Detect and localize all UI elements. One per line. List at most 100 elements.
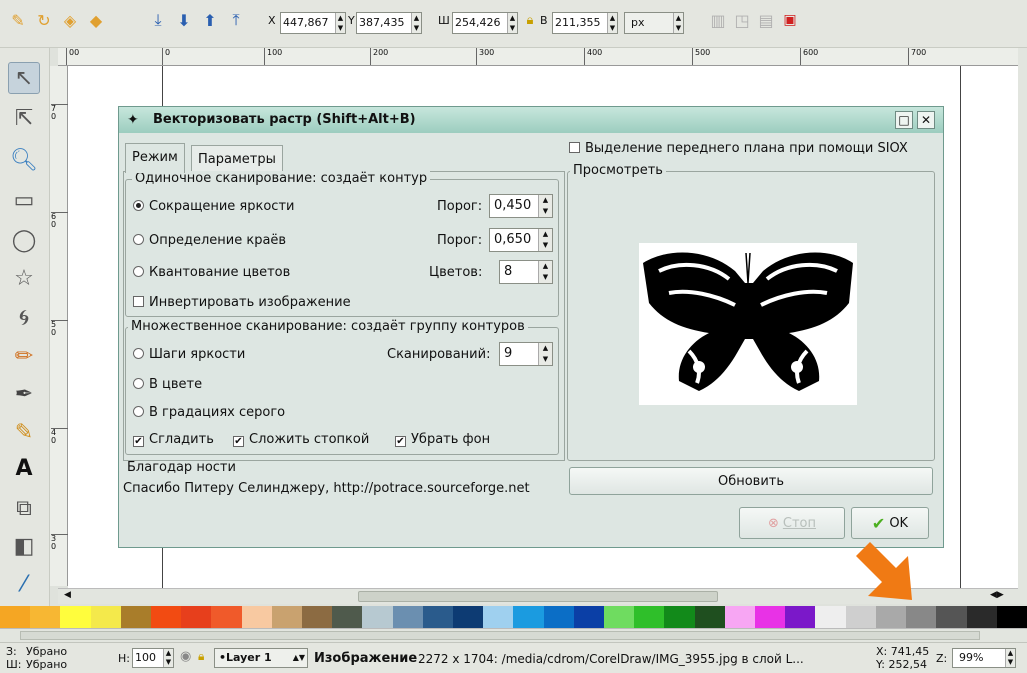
palette-swatch[interactable] — [332, 606, 363, 628]
palette-swatch[interactable] — [151, 606, 182, 628]
checkbox-checked[interactable]: ✔ — [395, 436, 406, 447]
palette-swatch[interactable] — [271, 606, 303, 628]
visibility-eye-icon[interactable]: ◉ — [180, 649, 191, 664]
tab-options[interactable]: Параметры — [191, 145, 283, 171]
object-to-path-icon[interactable]: ✎ — [8, 10, 28, 30]
radio-unselected[interactable] — [133, 348, 144, 359]
x-spin-arrows[interactable]: ▲ ▼ — [335, 13, 345, 33]
lower-icon[interactable]: ⬇ — [174, 10, 194, 30]
palette-swatch[interactable] — [0, 606, 31, 628]
close-icon[interactable]: ✕ — [917, 111, 935, 129]
palette-swatch[interactable] — [543, 606, 574, 628]
palette-swatch[interactable] — [845, 606, 876, 628]
grays-radio[interactable]: В градациях серого — [133, 405, 285, 420]
selector-tool-icon[interactable]: ↖ — [8, 62, 40, 94]
threshold-input-2[interactable]: 0,650 ▲ ▼ — [489, 228, 553, 252]
palette-swatch[interactable] — [453, 606, 484, 628]
palette-swatch[interactable] — [755, 606, 786, 628]
radio-unselected[interactable] — [133, 378, 144, 389]
palette-swatch[interactable] — [604, 606, 635, 628]
palette-scroll-thumb[interactable] — [20, 631, 980, 640]
stop-button[interactable]: ⊗ Стоп — [739, 507, 845, 539]
colors-spin[interactable]: ▲ ▼ — [538, 261, 552, 283]
star-tool-icon[interactable]: ☆ — [8, 262, 40, 294]
edge-detection-radio[interactable]: Определение краёв — [133, 233, 286, 248]
node-tool-icon[interactable]: ⇱ — [8, 102, 40, 134]
radio-unselected[interactable] — [133, 406, 144, 417]
width-input[interactable]: 254,426 ▲ ▼ — [452, 12, 518, 34]
palette-swatch[interactable] — [90, 606, 121, 628]
connector-tool-icon[interactable]: ⧉ — [8, 492, 40, 524]
update-button[interactable]: Обновить — [569, 467, 933, 495]
checkbox-checked[interactable]: ✔ — [133, 436, 144, 447]
pencil-tool-icon[interactable]: ✏ — [8, 340, 40, 372]
layer-select[interactable]: •Layer 1 ▲▼ — [214, 648, 308, 668]
gradient-tool-icon[interactable]: ◧ — [8, 530, 40, 562]
dropper-tool-icon[interactable]: ⁄ — [8, 568, 40, 600]
palette-swatch[interactable] — [241, 606, 272, 628]
layer-lock-icon[interactable]: 🔒︎ — [198, 649, 204, 664]
brightness-cutoff-radio[interactable]: Сокращение яркости — [133, 199, 294, 214]
palette-swatch[interactable] — [634, 606, 665, 628]
height-input[interactable]: 211,355 ▲ ▼ — [552, 12, 618, 34]
scale-corners-icon[interactable]: ◳ — [732, 10, 752, 30]
units-select[interactable]: px ▲ ▼ — [624, 12, 684, 34]
color-palette[interactable] — [0, 606, 1027, 628]
palette-swatch[interactable] — [392, 606, 423, 628]
palette-swatch[interactable] — [60, 606, 91, 628]
scroll-right-icon[interactable]: ◀▶ — [990, 590, 1004, 600]
transform-gradient-icon[interactable]: ▤ — [756, 10, 776, 30]
palette-swatch[interactable] — [785, 606, 816, 628]
text-tool-icon[interactable]: A — [8, 452, 40, 484]
opacity-input[interactable]: 100 ▲ ▼ — [132, 648, 174, 668]
x-input[interactable]: 447,867 ▲ ▼ — [280, 12, 346, 34]
palette-swatch[interactable] — [906, 606, 937, 628]
lock-icon[interactable]: 🔒︎ — [520, 10, 540, 30]
transform-pattern-icon[interactable]: ▣ — [780, 10, 800, 30]
zoom-input[interactable]: 99% ▲ ▼ — [952, 648, 1016, 668]
radio-selected[interactable] — [133, 200, 144, 211]
palette-swatch[interactable] — [181, 606, 212, 628]
palette-scrollbar[interactable] — [0, 628, 1027, 642]
width-spin-arrows[interactable]: ▲ ▼ — [507, 13, 517, 33]
ok-button[interactable]: ✔ OK — [851, 507, 929, 539]
siox-checkbox[interactable]: Выделение переднего плана при помощи SIO… — [569, 141, 908, 156]
scroll-left-icon[interactable]: ◀ — [64, 590, 71, 600]
dialog-title-bar[interactable]: ✦ Векторизовать растр (Shift+Alt+B) □ ✕ — [119, 107, 943, 133]
radio-unselected[interactable] — [133, 234, 144, 245]
color-quantization-radio[interactable]: Квантование цветов — [133, 265, 290, 280]
palette-swatch[interactable] — [664, 606, 695, 628]
stack-checkbox[interactable]: ✔ Сложить стопкой — [233, 432, 369, 447]
height-spin-arrows[interactable]: ▲ ▼ — [607, 13, 617, 33]
palette-swatch[interactable] — [302, 606, 333, 628]
palette-swatch[interactable] — [513, 606, 544, 628]
raise-icon[interactable]: ⬆ — [200, 10, 220, 30]
pen-tool-icon[interactable]: ✒ — [8, 378, 40, 410]
threshold-spin-1[interactable]: ▲ ▼ — [538, 195, 552, 217]
tab-mode[interactable]: Режим — [125, 143, 185, 173]
threshold-input-1[interactable]: 0,450 ▲ ▼ — [489, 194, 553, 218]
scale-stroke-icon[interactable]: ▥ — [708, 10, 728, 30]
palette-swatch[interactable] — [996, 606, 1027, 628]
invert-image-checkbox[interactable]: Инвертировать изображение — [133, 295, 351, 310]
calligraphy-tool-icon[interactable]: ✎ — [8, 416, 40, 448]
smooth-checkbox[interactable]: ✔ Сгладить — [133, 432, 214, 447]
rotate-cw-icon[interactable]: ◆ — [86, 10, 106, 30]
stroke-value[interactable]: Убрано — [26, 658, 67, 671]
checkbox-checked[interactable]: ✔ — [233, 436, 244, 447]
palette-swatch[interactable] — [30, 606, 61, 628]
colors-radio[interactable]: В цвете — [133, 377, 202, 392]
stroke-to-path-icon[interactable]: ↻ — [34, 10, 54, 30]
ellipse-tool-icon[interactable]: ◯ — [8, 224, 40, 256]
zoom-spin[interactable]: ▲ ▼ — [1005, 649, 1015, 667]
scans-spin[interactable]: ▲ ▼ — [538, 343, 552, 365]
scans-input[interactable]: 9 ▲ ▼ — [499, 342, 553, 366]
palette-swatch[interactable] — [483, 606, 514, 628]
y-input[interactable]: 387,435 ▲ ▼ — [356, 12, 422, 34]
rotate-ccw-icon[interactable]: ◈ — [60, 10, 80, 30]
fill-value[interactable]: Убрано — [26, 645, 67, 658]
opacity-spin[interactable]: ▲ ▼ — [163, 649, 173, 667]
horizontal-scroll-thumb[interactable] — [358, 591, 718, 602]
palette-swatch[interactable] — [936, 606, 967, 628]
colors-input[interactable]: 8 ▲ ▼ — [499, 260, 553, 284]
